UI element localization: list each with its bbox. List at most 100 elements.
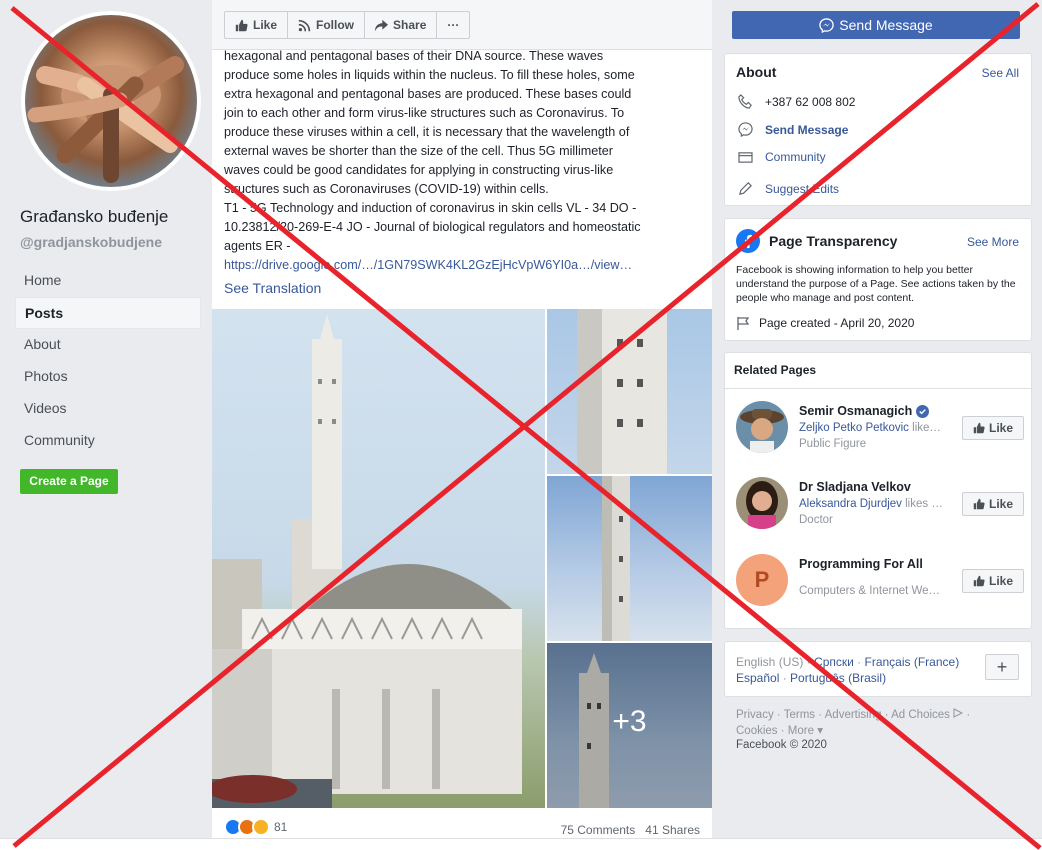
nav-item-videos[interactable]: Videos [15,393,201,425]
page-created-row: Page created - April 20, 2020 [736,316,914,330]
likes-suffix: like… [908,422,941,434]
related-like-button[interactable]: Like [962,416,1024,440]
related-page-name-text[interactable]: Semir Osmanagich [799,404,912,418]
profile-picture[interactable] [21,11,201,191]
create-page-button[interactable]: Create a Page [20,469,118,494]
footer-link[interactable]: More [788,725,814,737]
footer-link[interactable]: Ad Choices [891,709,950,721]
related-page-likers: Aleksandra Djurdjev likes … [799,498,943,510]
photo-thumb-more[interactable]: +3 [547,643,712,808]
language-link[interactable]: Português (Brasil) [790,671,886,685]
messenger-icon [819,17,835,33]
avatar[interactable] [736,477,788,529]
comments-shares: 75 Comments 41 Shares [561,823,700,837]
page-created-date: Page created - April 20, 2020 [759,316,915,330]
about-edit-row: Suggest Edits [736,181,839,196]
language-card: English (US) · Српски · Français (France… [724,641,1032,697]
post-line: extra hexagonal and pentagonal bases are… [224,87,632,101]
post-line: T1 - 5G Technology and induction of coro… [224,201,637,215]
nav-item-about[interactable]: About [15,329,201,361]
related-like-button[interactable]: Like [962,492,1024,516]
transparency-title: Page Transparency [769,233,898,249]
category-link[interactable]: Community [765,150,826,164]
page-name[interactable]: Građansko buđenje [20,207,168,227]
about-category-row: Community [736,150,826,164]
footer-links: Privacy · Terms · Advertising · Ad Choic… [736,708,971,737]
related-pages-title: Related Pages [725,353,1031,389]
post-line: join to each other and form virus-like s… [224,106,625,120]
related-page-item: P Programming For All Computers & Intern… [736,554,1026,608]
avatar-initial: P [754,567,770,592]
related-page-item: Semir Osmanagich Zeljko Petko Petkovic l… [736,401,1026,455]
left-column: Građansko buđenje @gradjanskobudjene Hom… [0,0,212,850]
liker-link[interactable]: Zeljko Petko Petkovic [799,422,909,434]
reactions-summary[interactable]: 81 [224,818,287,836]
related-like-button[interactable]: Like [962,569,1024,593]
footer-link[interactable]: Terms [784,709,815,721]
post-photos: +3 [212,309,712,809]
related-page-name[interactable]: Dr Sladjana Velkov [799,480,911,494]
related-page-name[interactable]: Programming For All [799,557,923,571]
share-arrow-icon [375,19,389,31]
see-all-link[interactable]: See All [982,66,1019,80]
related-page-name[interactable]: Semir Osmanagich [799,404,930,418]
page-action-bar: Like Follow Share ··· [212,0,712,50]
like-label: Like [988,497,1013,511]
share-button[interactable]: Share [365,12,438,38]
language-list: English (US) · Српски · Français (France… [736,655,960,685]
comments-count-link[interactable]: 75 Comments [561,823,636,837]
post-line: produce some holes in liquids within the… [224,68,635,82]
phone-number: +387 62 008 802 [765,94,856,109]
about-card: About See All +387 62 008 802 Send Messa… [724,53,1032,206]
avatar[interactable]: P [736,554,788,606]
avatar[interactable] [736,401,788,453]
post-line: structures such as Coronaviruses (COVID-… [224,182,549,196]
post-link[interactable]: https://drive.google.com/…/1GN79SWK4KL2G… [224,256,700,275]
sad-reaction-icon [252,818,270,836]
nav-item-community[interactable]: Community [15,425,201,457]
see-more-link[interactable]: See More [967,235,1019,249]
language-link[interactable]: Español [736,671,779,685]
pencil-icon [736,181,754,196]
photo-thumb-minaret-mid[interactable] [547,476,712,641]
more-photos-count: +3 [612,705,647,738]
like-page-button[interactable]: Like [225,12,289,38]
shares-count-link[interactable]: 41 Shares [645,823,700,837]
footer-link[interactable]: Privacy [736,709,774,721]
follow-button[interactable]: Follow [288,12,366,38]
related-page-category: Public Figure [799,438,867,450]
photo-main-mosque[interactable] [212,309,545,808]
like-label: Like [253,18,278,32]
page-transparency-card: Page Transparency See More Facebook is s… [724,218,1032,341]
page-nav: Home Posts About Photos Videos Community [15,265,201,457]
more-options-button[interactable]: ··· [437,12,469,38]
messenger-icon [736,122,754,137]
page-handle: @gradjanskobudjene [20,234,163,250]
about-phone-row: +387 62 008 802 [736,94,855,109]
thumbs-up-icon [973,422,985,434]
facebook-icon [736,229,760,253]
send-message-button[interactable]: Send Message [732,11,1020,39]
flag-icon [737,317,750,330]
footer-link[interactable]: Cookies [736,725,778,737]
language-link[interactable]: Српски [814,655,854,669]
related-page-category: Doctor [799,514,833,526]
language-link[interactable]: Français (France) [865,655,960,669]
add-language-button[interactable]: + [985,654,1019,680]
send-message-label: Send Message [839,17,933,33]
page-action-buttons: Like Follow Share ··· [224,11,471,39]
footer-link[interactable]: Advertising [825,709,882,721]
suggest-edits-link[interactable]: Suggest Edits [765,182,839,196]
nav-item-posts[interactable]: Posts [15,297,201,329]
nav-item-photos[interactable]: Photos [15,361,201,393]
phone-icon [736,94,754,109]
liker-link[interactable]: Aleksandra Djurdjev [799,498,902,510]
like-label: Like [988,574,1013,588]
verified-badge-icon [916,404,930,418]
see-translation-link[interactable]: See Translation [224,280,321,296]
about-send-message-link[interactable]: Send Message [765,123,848,137]
reaction-count: 81 [274,820,288,834]
nav-item-home[interactable]: Home [15,265,201,297]
post-line: produce these viruses within a cell, it … [224,125,630,139]
photo-thumb-minaret-top[interactable] [547,309,712,474]
